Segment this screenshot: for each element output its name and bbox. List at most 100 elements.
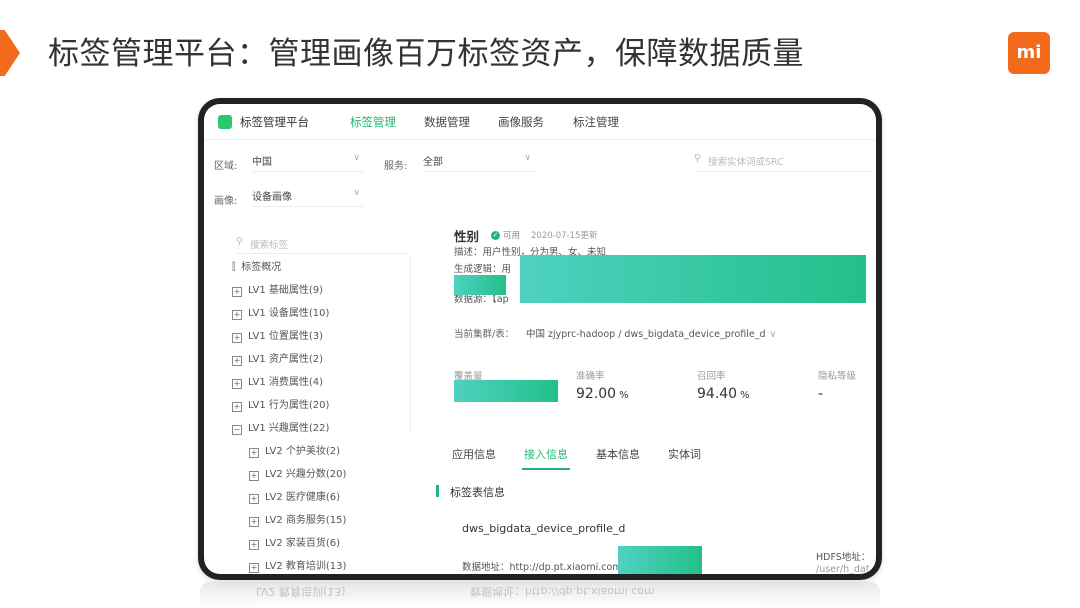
chevron-down-icon: ∨ [353,153,360,163]
metric-privacy-label: 隐私等级 [818,371,857,382]
tree-divider [410,254,411,434]
expand-icon[interactable]: + [249,448,259,458]
expand-icon[interactable]: + [249,540,259,550]
tablet-reflection: LV2 教育培训(13) 数据地址：http://dp.pt.xiaomi.co… [200,582,880,608]
tree-item-label: LV1 设备属性(10) [248,308,330,319]
tree-subitem[interactable]: + LV2 医疗健康(6) [249,488,340,504]
tablet-frame: 标签管理平台 标签管理 数据管理 画像服务 标注管理 区域: 中国 ∨ 服务: … [198,98,882,580]
tree-subitem-label: LV2 教育培训(13) [265,561,347,572]
service-select[interactable]: 全部 ∨ [423,148,535,172]
chevron-down-icon: ∨ [769,329,777,340]
section-marker [436,485,439,497]
expand-icon[interactable]: + [232,379,242,389]
metric-accuracy-value: 92.00% [576,386,629,402]
tree-item-label: LV1 位置属性(3) [248,331,324,342]
entity-search-placeholder: 搜索实体词或SRC [708,157,784,168]
tab-basic-info[interactable]: 基本信息 [596,446,640,462]
tree-item-device[interactable]: + LV1 设备属性(10) [232,304,329,320]
slide-title: 标签管理平台：管理画像百万标签资产，保障数据质量 [48,36,804,72]
app-screen: 标签管理平台 标签管理 数据管理 画像服务 标注管理 区域: 中国 ∨ 服务: … [204,104,876,574]
status-badge: 可用 [503,231,521,241]
metric-unit: % [619,390,629,401]
expand-icon[interactable]: + [249,517,259,527]
nav-tag-management[interactable]: 标签管理 [350,114,396,130]
expand-icon[interactable]: + [232,310,242,320]
region-label: 区域: [214,161,238,172]
region-value: 中国 [252,157,272,168]
tab-application-info[interactable]: 应用信息 [452,446,496,462]
tree-item-label: 标签概况 [241,262,282,273]
cluster-label: 当前集群/表： [454,329,515,340]
expand-icon[interactable]: + [232,333,242,343]
app-nav-bar: 标签管理平台 标签管理 数据管理 画像服务 标注管理 [204,104,876,140]
tag-search-input[interactable]: ⚲ 搜索标签 [236,234,408,254]
tree-item-overview[interactable]: ⫿ 标签概况 [232,258,281,273]
redacted-block [618,546,702,574]
portrait-label: 画像: [214,196,238,207]
tree-item-basic[interactable]: + LV1 基础属性(9) [232,281,323,297]
tag-title: 性别 [454,229,480,244]
tree-item-label: LV1 兴趣属性(22) [248,423,330,434]
tree-item-label: LV1 消费属性(4) [248,377,324,388]
nav-annotation-management[interactable]: 标注管理 [573,114,619,130]
portrait-value: 设备画像 [252,192,292,203]
hdfs-value: /user/h_dat [816,564,870,574]
metric-accuracy-label: 准确率 [576,371,605,382]
cluster-select[interactable]: 中国 zjyprc-hadoop / dws_bigdata_device_pr… [526,326,776,340]
generation-logic: 生成逻辑：用 [454,264,512,275]
tree-subitem-label: LV2 兴趣分数(20) [265,469,347,480]
table-name: dws_bigdata_device_profile_d [462,522,626,535]
app-name: 标签管理平台 [240,115,309,129]
redacted-block [454,275,506,295]
tree-item-label: LV1 基础属性(9) [248,285,324,296]
expand-icon[interactable]: + [249,563,259,573]
tab-entity-words[interactable]: 实体词 [668,446,701,462]
metric-recall-label: 召回率 [697,371,726,382]
metric-number: 94.40 [697,386,738,402]
mi-logo: mi [1008,32,1050,74]
tree-subitem-label: LV2 家装百货(6) [265,538,341,549]
tab-access-info[interactable]: 接入信息 [524,446,568,462]
update-date: 2020-07-15更新 [531,231,598,241]
tree-item-label: LV1 行为属性(20) [248,400,330,411]
section-title: 标签表信息 [450,486,505,499]
expand-icon[interactable]: + [232,402,242,412]
nav-data-management[interactable]: 数据管理 [424,114,470,130]
data-address: 数据地址：http://dp.pt.xiaomi.com [462,562,622,573]
cluster-value: 中国 zjyprc-hadoop / dws_bigdata_device_pr… [526,329,766,340]
service-value: 全部 [423,157,443,168]
expand-icon[interactable]: + [249,494,259,504]
metric-number: 92.00 [576,386,617,402]
tree-subitem[interactable]: + LV2 家装百货(6) [249,534,340,550]
tree-item-asset[interactable]: + LV1 资产属性(2) [232,350,323,366]
active-tab-indicator [522,468,570,470]
chevron-down-icon: ∨ [353,188,360,198]
tree-subitem[interactable]: + LV2 兴趣分数(20) [249,465,346,481]
hdfs-label: HDFS地址： [816,552,871,563]
chevron-down-icon: ∨ [524,153,531,163]
expand-icon[interactable]: + [232,356,242,366]
tree-subitem-label: LV2 商务服务(15) [265,515,347,526]
metric-privacy-value: - [818,386,824,402]
tree-subitem[interactable]: + LV2 教育培训(13) [249,557,346,573]
portrait-select[interactable]: 设备画像 ∨ [252,183,364,207]
tree-subitem[interactable]: + LV2 商务服务(15) [249,511,346,527]
check-circle-icon: ✓ [491,231,500,240]
expand-icon[interactable]: + [232,287,242,297]
region-select[interactable]: 中国 ∨ [252,148,364,172]
collapse-icon[interactable]: − [232,425,242,435]
tree-item-label: LV1 资产属性(2) [248,354,324,365]
service-label: 服务: [384,161,408,172]
tree-item-location[interactable]: + LV1 位置属性(3) [232,327,323,343]
tree-item-interest[interactable]: − LV1 兴趣属性(22) [232,419,329,435]
entity-search-input[interactable]: ⚲ 搜索实体词或SRC [694,148,870,172]
tree-subitem[interactable]: + LV2 个护美妆(2) [249,442,340,458]
reflection-text: LV2 教育培训(13) [256,585,346,598]
expand-icon[interactable]: + [249,471,259,481]
app-logo-icon [218,115,232,129]
tree-subitem-label: LV2 个护美妆(2) [265,446,341,457]
tree-subitem-label: LV2 医疗健康(6) [265,492,341,503]
nav-portrait-service[interactable]: 画像服务 [498,114,544,130]
tree-item-behavior[interactable]: + LV1 行为属性(20) [232,396,329,412]
tree-item-consumption[interactable]: + LV1 消费属性(4) [232,373,323,389]
